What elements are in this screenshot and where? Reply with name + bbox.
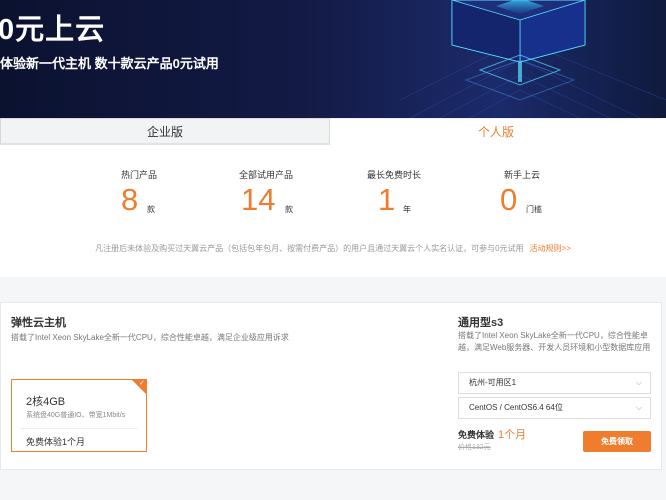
stat-value-hot-products: 8 [121, 182, 139, 217]
spec-name: 2核4GB [26, 396, 66, 408]
stat-value-all-trial: 14 [241, 182, 276, 217]
stat-label-hot-products: 热门产品 [120, 170, 157, 180]
stats-panel: 热门产品 8 款 全部试用产品 14 款 最长免费时长 1 年 新手上云 0 门… [0, 145, 666, 277]
stat-label-newbie: 新手上云 [503, 170, 540, 180]
stat-label-max-free: 最长免费时长 [366, 170, 421, 180]
spec-trial: 免费体验1个月 [26, 437, 86, 447]
product-card: 弹性云主机 搭载了Intel Xeon SkyLake全新一代CPU，综合性能卓… [0, 302, 662, 470]
os-select[interactable]: CentOS / CentOS6.4 64位 ⌵ [458, 397, 651, 419]
notice-text: 凡注册后未体验及购买过天翼云产品（包括包年包月、按需付费产品）的用户且通过天翼云… [95, 244, 524, 253]
cube-illustration [400, 0, 666, 118]
hero-banner: 0元上云 体验新一代主机 数十款云产品0元试用 [0, 0, 666, 118]
stat-unit-hot-products: 款 [147, 205, 155, 214]
chevron-down-icon: ⌵ [635, 403, 642, 412]
product-description: 搭载了Intel Xeon SkyLake全新一代CPU，综合性能卓越，满足企业… [11, 333, 289, 342]
tab-enterprise[interactable]: 企业版 [0, 118, 330, 145]
region-value: 杭州-可用区1 [469, 378, 517, 387]
eligibility-notice: 凡注册后未体验及购买过天翼云产品（包括包年包月、按需付费产品）的用户且通过天翼云… [0, 243, 666, 254]
activity-rules-link[interactable]: 活动规则>> [530, 244, 571, 253]
chevron-down-icon: ⌵ [635, 378, 642, 387]
claim-button[interactable]: 免费领取 [583, 431, 651, 452]
stat-value-max-free: 1 [378, 182, 396, 217]
original-price: 价格132元 [458, 444, 491, 451]
check-icon: ✓ [139, 380, 145, 387]
hero-title: 0元上云 [0, 14, 106, 46]
product-title: 弹性云主机 [11, 317, 66, 329]
stat-unit-max-free: 年 [403, 205, 411, 214]
stat-unit-newbie: 门槛 [526, 205, 542, 214]
trial-row: 免费体验 1个月 [458, 426, 526, 442]
instance-type-description: 搭载了Intel Xeon SkyLake全新一代CPU，综合性能卓越，满足We… [458, 331, 651, 352]
trial-label: 免费体验 [458, 430, 495, 440]
region-select[interactable]: 杭州-可用区1 ⌵ [458, 372, 651, 394]
stat-value-newbie: 0 [500, 182, 518, 217]
spec-detail: 系统盘40G普通IO、带宽1Mbit/s [26, 412, 126, 419]
hero-subtitle: 体验新一代主机 数十款云产品0元试用 [0, 56, 219, 71]
os-value: CentOS / CentOS6.4 64位 [469, 403, 563, 412]
stat-unit-all-trial: 款 [285, 205, 293, 214]
trial-period: 1个月 [498, 429, 527, 441]
spec-option-2c4g[interactable]: ✓ 2核4GB 系统盘40G普通IO、带宽1Mbit/s 免费体验1个月 [11, 379, 147, 452]
edition-tabs: 企业版 个人版 [0, 118, 666, 145]
divider [20, 428, 138, 429]
tab-personal[interactable]: 个人版 [330, 118, 662, 145]
instance-type-title: 通用型s3 [458, 317, 504, 329]
stat-label-all-trial: 全部试用产品 [238, 170, 293, 180]
